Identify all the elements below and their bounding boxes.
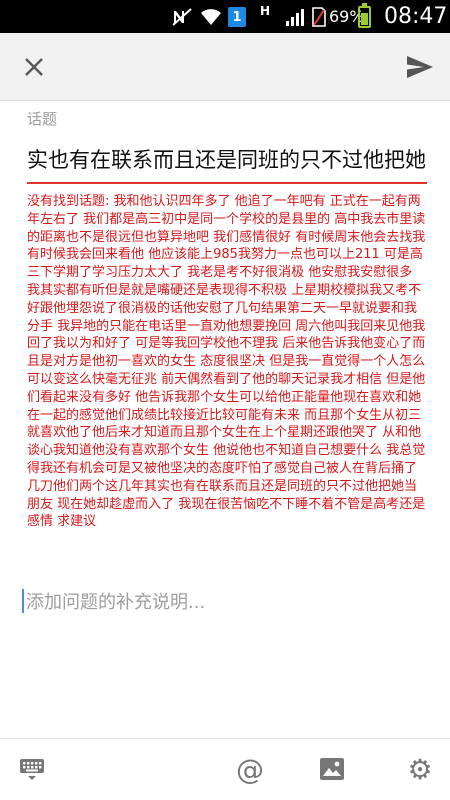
battery-icon xyxy=(358,3,371,28)
text-caret xyxy=(22,589,24,613)
close-button[interactable] xyxy=(14,49,54,85)
supplement-placeholder: 添加问题的补充说明... xyxy=(26,592,206,613)
question-title-field[interactable]: 实也有在联系而且还是同班的只不过他把她 xyxy=(27,140,427,184)
settings-button[interactable]: ⚙ xyxy=(398,747,442,791)
send-icon xyxy=(407,56,433,78)
mute-icon xyxy=(168,0,196,33)
action-bar xyxy=(0,33,450,101)
gear-icon: ⚙ xyxy=(407,752,433,786)
battery-fill xyxy=(361,12,368,25)
clock: 08:47 xyxy=(384,4,448,29)
question-title-text: 实也有在联系而且还是同班的只不过他把她 xyxy=(27,148,426,172)
close-icon xyxy=(25,58,43,76)
h-signal-icon: H xyxy=(259,3,271,18)
topic-label: 话题 xyxy=(27,110,58,128)
keyboard-button[interactable] xyxy=(10,747,54,791)
image-button[interactable] xyxy=(310,747,354,791)
bottom-toolbar: @ ⚙ xyxy=(0,738,450,800)
question-body-text[interactable]: 没有找到话题: 我和他认识四年多了 他追了一年吧有 正式在一起有两年左右了 我们… xyxy=(27,193,429,531)
status-bar: 1 H 69% 08:47 xyxy=(0,0,450,33)
no-sim-icon xyxy=(309,0,329,33)
mention-button[interactable]: @ xyxy=(228,747,272,791)
supplement-input[interactable]: 添加问题的补充说明... xyxy=(22,586,427,616)
notification-badge: 1 xyxy=(228,7,246,27)
send-button[interactable] xyxy=(398,49,442,85)
signal-icon xyxy=(283,0,309,33)
image-icon xyxy=(320,758,344,780)
wifi-icon xyxy=(198,0,224,33)
keyboard-icon xyxy=(20,759,44,780)
